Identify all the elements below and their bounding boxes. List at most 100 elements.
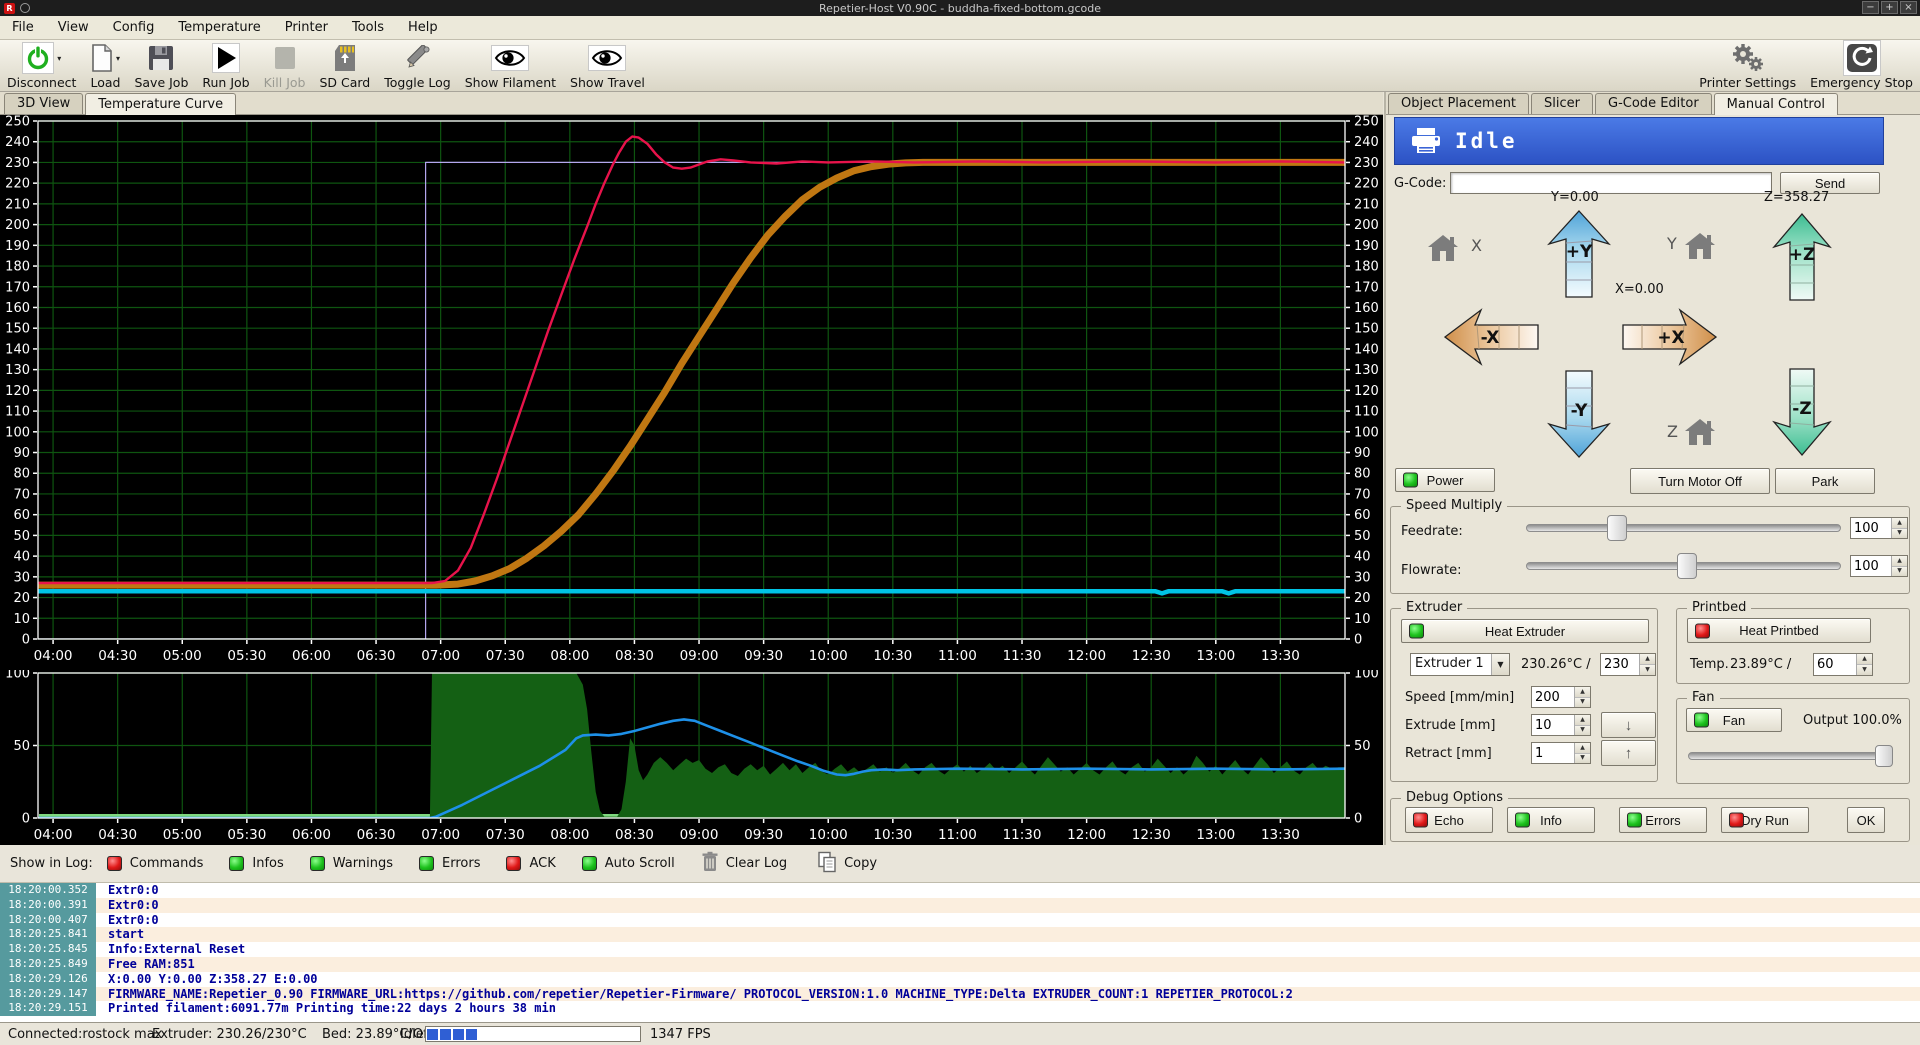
menu-view[interactable]: View xyxy=(46,17,101,38)
debug-info-button[interactable]: Info xyxy=(1507,807,1595,833)
save-job-button[interactable]: Save Job xyxy=(134,42,188,90)
power-button[interactable]: Power xyxy=(1395,468,1495,492)
y-axis-label: 150 xyxy=(5,322,30,337)
jog-minus-z-button[interactable]: -Z xyxy=(1772,368,1832,456)
jog-plus-y-button[interactable]: +Y xyxy=(1547,210,1611,298)
fan-button[interactable]: Fan xyxy=(1686,708,1782,732)
log-toggle-auto-scroll[interactable]: Auto Scroll xyxy=(582,856,675,871)
tab-g-code-editor[interactable]: G-Code Editor xyxy=(1595,93,1712,114)
eye-icon xyxy=(588,45,626,71)
menu-config[interactable]: Config xyxy=(101,17,167,38)
show-travel-button[interactable]: Show Travel xyxy=(570,42,645,90)
y-axis-letter: Y xyxy=(1667,234,1677,253)
copy-button[interactable]: Copy xyxy=(817,851,877,877)
heat-extruder-led xyxy=(1409,624,1424,639)
x-axis-label: 08:30 xyxy=(615,648,654,664)
x-axis-label: 10:30 xyxy=(873,827,912,843)
y-axis-label: 100 xyxy=(5,670,30,682)
menu-temperature[interactable]: Temperature xyxy=(166,17,272,38)
flowrate-slider[interactable] xyxy=(1526,553,1841,579)
tab-3d-view[interactable]: 3D View xyxy=(4,93,83,114)
feedrate-down[interactable]: ▼ xyxy=(1892,529,1907,539)
maximize-button[interactable]: + xyxy=(1881,1,1898,14)
menu-file[interactable]: File xyxy=(0,17,46,38)
menu-help[interactable]: Help xyxy=(396,17,450,38)
log-toggle-warnings[interactable]: Warnings xyxy=(310,856,393,871)
log-toggle-ack[interactable]: ACK xyxy=(506,856,555,871)
retract-spinner[interactable]: ▲▼ xyxy=(1531,742,1591,764)
debug-errors-button[interactable]: Errors xyxy=(1619,807,1707,833)
y-axis-label: 70 xyxy=(13,487,30,502)
fan-output-label: Output 100.0% xyxy=(1803,713,1902,728)
log-toggle-errors[interactable]: Errors xyxy=(419,856,480,871)
clear-log-button[interactable]: Clear Log xyxy=(701,851,787,877)
dropdown-arrow-icon[interactable]: ▾ xyxy=(57,54,61,63)
gcode-input[interactable] xyxy=(1450,172,1772,194)
extruder-target-spinner[interactable]: ▲▼ xyxy=(1600,653,1656,676)
tab-manual-control[interactable]: Manual Control xyxy=(1714,93,1838,115)
save-job-label: Save Job xyxy=(134,75,188,90)
jog-minus-x-button[interactable]: -X xyxy=(1444,308,1539,366)
sd-card-button[interactable]: SD Card xyxy=(319,42,370,90)
extrude-spinner[interactable]: ▲▼ xyxy=(1531,714,1591,736)
x-axis-label: 05:30 xyxy=(227,827,266,843)
log-section[interactable]: Show in Log: CommandsInfosWarningsErrors… xyxy=(0,845,1920,1022)
fan-slider[interactable] xyxy=(1688,745,1893,767)
tab-temperature-curve[interactable]: Temperature Curve xyxy=(85,93,236,115)
home-y-icon[interactable] xyxy=(1684,232,1716,260)
park-button[interactable]: Park xyxy=(1775,468,1875,494)
menu-printer[interactable]: Printer xyxy=(273,17,340,38)
z-axis-letter: Z xyxy=(1667,422,1678,441)
y-axis-label: 60 xyxy=(1354,508,1371,523)
printbed-target-spinner[interactable]: ▲▼ xyxy=(1813,653,1873,676)
home-x-icon[interactable] xyxy=(1427,234,1459,262)
log-toggle-infos[interactable]: Infos xyxy=(229,856,283,871)
heat-printbed-button[interactable]: Heat Printbed xyxy=(1687,618,1871,643)
disconnect-button[interactable]: ▾Disconnect xyxy=(7,42,76,90)
flowrate-spinner[interactable]: ▲▼ xyxy=(1850,555,1908,577)
jog-plus-x-button[interactable]: +X xyxy=(1622,308,1717,366)
run-job-button[interactable]: Run Job xyxy=(202,42,249,90)
jog-plus-z-button[interactable]: +Z xyxy=(1772,213,1832,301)
extruder-select[interactable]: Extruder 1▼ xyxy=(1410,653,1510,676)
x-axis-label: 10:00 xyxy=(809,648,848,664)
dropdown-arrow-icon[interactable]: ▾ xyxy=(116,54,120,63)
menu-tools[interactable]: Tools xyxy=(340,17,396,38)
y-axis-label: 180 xyxy=(1354,260,1379,275)
green-led xyxy=(1515,813,1530,828)
ok-button[interactable]: OK xyxy=(1847,807,1885,833)
load-button[interactable]: ▾Load xyxy=(90,42,120,90)
feedrate-spinner[interactable]: ▲▼ xyxy=(1850,517,1908,539)
tab-slicer[interactable]: Slicer xyxy=(1531,93,1593,114)
printer-settings-button[interactable]: Printer Settings xyxy=(1699,42,1796,90)
emergency-stop-button[interactable]: Emergency Stop xyxy=(1810,42,1913,90)
flowrate-up[interactable]: ▲ xyxy=(1892,556,1907,567)
log-timestamp: 18:20:29.147 xyxy=(0,987,96,1002)
log-toggle-commands[interactable]: Commands xyxy=(107,856,204,871)
heat-extruder-button[interactable]: Heat Extruder xyxy=(1401,619,1649,643)
x-axis-label: 06:00 xyxy=(292,827,331,843)
extrude-button[interactable]: ↓ xyxy=(1601,712,1656,738)
feedrate-slider[interactable] xyxy=(1526,515,1841,541)
y-axis-label: 60 xyxy=(13,508,30,523)
flowrate-down[interactable]: ▼ xyxy=(1892,567,1907,577)
tab-object-placement[interactable]: Object Placement xyxy=(1388,93,1529,114)
repetier-host-window: R Repetier-Host V0.90C - buddha-fixed-bo… xyxy=(0,0,1920,1045)
debug-dry-run-button[interactable]: Dry Run xyxy=(1721,807,1809,833)
jog-minus-y-button[interactable]: -Y xyxy=(1547,370,1611,458)
series-bed-temp xyxy=(38,591,1345,593)
toggle-log-button[interactable]: Toggle Log xyxy=(384,42,451,90)
show-filament-button[interactable]: Show Filament xyxy=(465,42,556,90)
home-z-icon[interactable] xyxy=(1684,418,1716,446)
debug-echo-button[interactable]: Echo xyxy=(1405,807,1493,833)
retract-button[interactable]: ↑ xyxy=(1601,740,1656,766)
y-axis-label: 220 xyxy=(5,177,30,192)
minimize-button[interactable]: − xyxy=(1862,1,1879,14)
feedrate-up[interactable]: ▲ xyxy=(1892,518,1907,529)
power-icon xyxy=(22,42,54,74)
gears-icon xyxy=(1731,43,1765,73)
extruder-speed-spinner[interactable]: ▲▼ xyxy=(1531,686,1591,708)
progress-segment xyxy=(453,1029,464,1040)
close-button[interactable]: × xyxy=(1900,1,1917,14)
turn-motor-off-button[interactable]: Turn Motor Off xyxy=(1630,468,1770,494)
